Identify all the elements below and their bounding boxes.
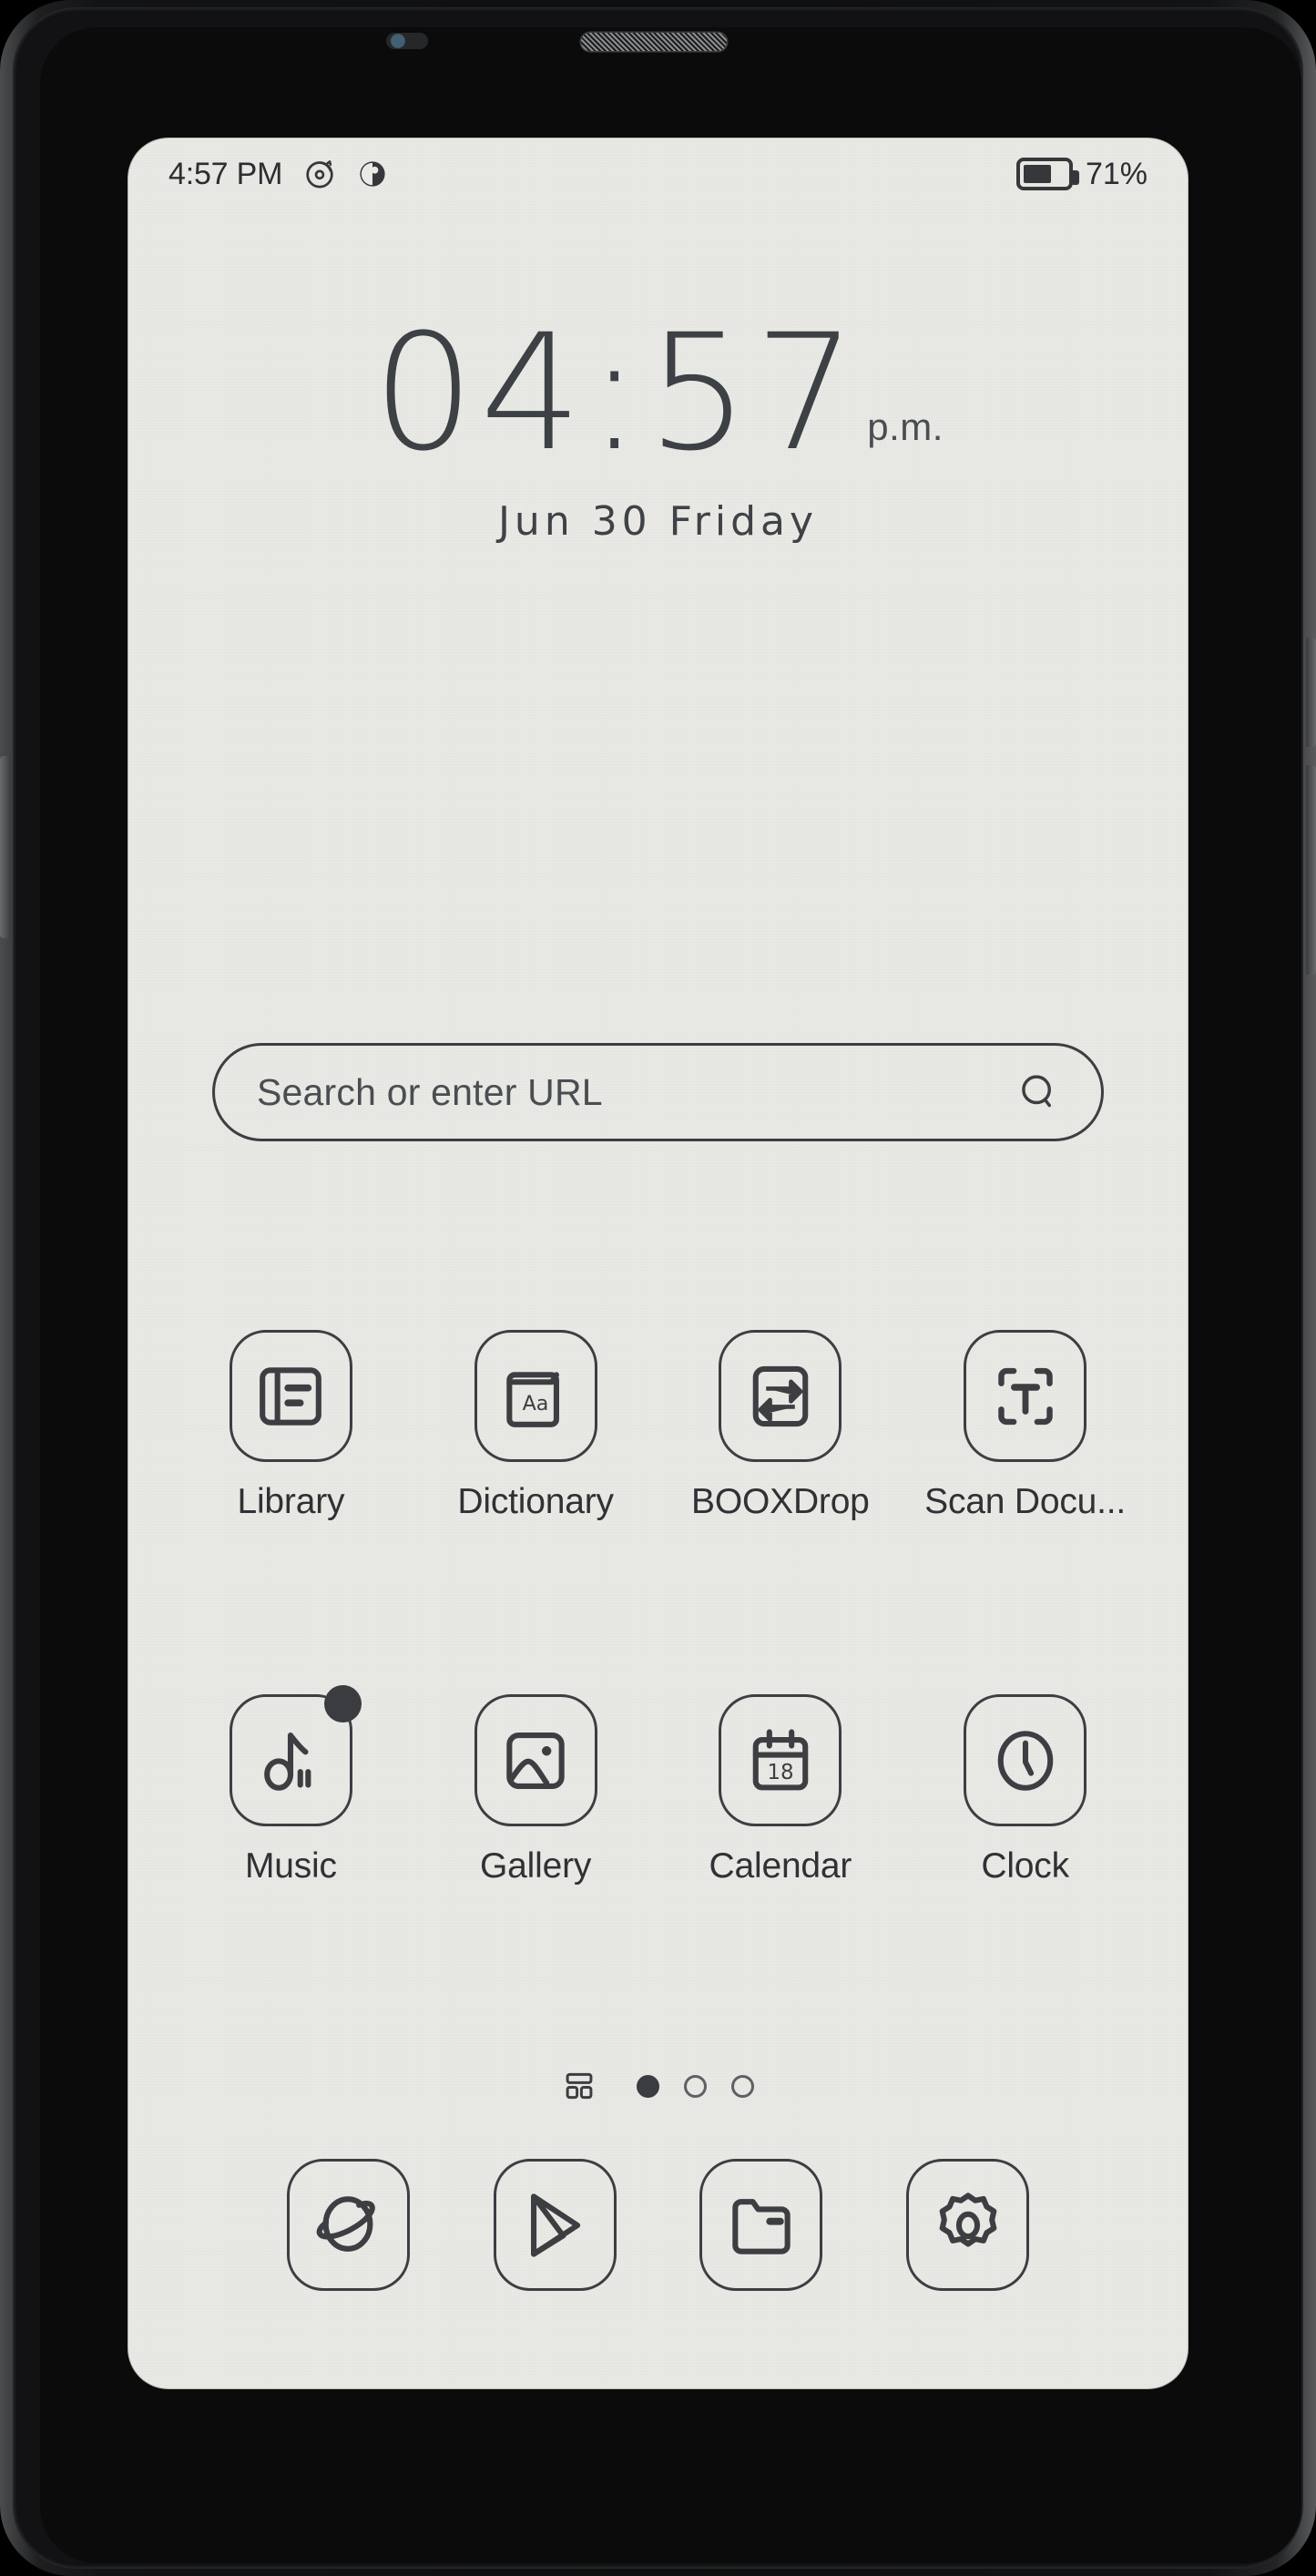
app-tile-gallery[interactable] [474,1694,597,1826]
volume-down-button[interactable] [1306,765,1316,975]
app-label-gallery: Gallery [480,1846,592,1886]
battery-fill-level [1023,165,1052,183]
app-gallery[interactable]: Gallery [413,1694,658,1886]
booxdrop-icon [752,1365,809,1426]
app-label-music: Music [244,1846,337,1886]
dock-item-file-manager[interactable] [699,2159,823,2291]
clock-meridiem: p.m. [867,405,944,449]
status-bar: 4:57 PM 71% [128,138,1188,210]
device-screen: 4:57 PM 71% 04:57 p.m. Jun 30 Friday Sea… [128,138,1188,2388]
app-tile-dictionary[interactable]: Aa [474,1330,597,1462]
play-store-icon [531,2193,581,2257]
dictionary-icon: Aa [506,1371,560,1427]
layout-grid-icon[interactable] [563,2070,596,2102]
folder-icon [732,2198,791,2254]
svg-text:Aa: Aa [523,1392,549,1416]
page-dot-3[interactable] [730,2074,754,2098]
app-label-booxdrop: BOOXDrop [691,1482,870,1521]
calendar-day-number: 18 [767,1761,793,1784]
battery-cap [1072,170,1079,185]
app-scan-document[interactable]: Scan Docu... [903,1330,1148,1522]
clock-icon [997,1730,1053,1791]
app-tile-library[interactable] [229,1330,352,1462]
gear-icon [939,2192,996,2246]
app-dictionary[interactable]: Aa Dictionary [413,1330,658,1522]
clock-time-row: 04:57 p.m. [128,300,1188,486]
front-camera-sensor-icon [386,33,428,49]
search-icon[interactable] [1017,1071,1059,1113]
planet-browser-icon [317,2195,376,2252]
device-frame: 4:57 PM 71% 04:57 p.m. Jun 30 Friday Sea… [0,0,1316,2576]
clock-widget[interactable]: 04:57 p.m. Jun 30 Friday [128,300,1188,546]
app-library[interactable]: Library [168,1330,413,1522]
clock-time: 04:57 [372,300,862,486]
app-label-calendar: Calendar [709,1846,852,1886]
status-bar-left: 4:57 PM [168,157,388,192]
status-bar-right: 71% [1015,156,1148,192]
app-tile-music[interactable] [229,1685,362,1826]
dock-item-settings[interactable] [906,2159,1030,2291]
clock-date: Jun 30 Friday [497,498,819,546]
page-dot-1[interactable] [636,2074,659,2098]
app-grid-row-2: Music Gallery 18 Calendar Clock [168,1685,1148,1886]
app-music[interactable]: Music [168,1685,413,1886]
dock [245,2159,1071,2291]
app-tile-clock[interactable] [964,1694,1087,1826]
page-dot-2[interactable] [683,2074,707,2098]
dock-item-play-store[interactable] [493,2159,617,2291]
app-label-clock: Clock [981,1846,1069,1886]
page-indicator [128,2070,1188,2102]
library-icon [260,1366,322,1426]
music-notification-badge [323,1685,362,1722]
refresh-mode-icon[interactable] [302,157,337,191]
status-bar-clock: 4:57 PM [168,156,283,191]
app-label-dictionary: Dictionary [457,1482,614,1521]
gallery-icon [506,1732,565,1789]
power-button[interactable] [0,756,11,938]
music-icon [264,1732,311,1791]
dock-item-browser[interactable] [286,2159,410,2291]
app-label-scan-document: Scan Docu... [924,1482,1127,1521]
app-calendar[interactable]: 18 Calendar [658,1694,903,1886]
scan-document-icon [997,1367,1053,1425]
app-booxdrop[interactable]: BOOXDrop [658,1330,903,1522]
app-label-library: Library [237,1482,345,1521]
app-grid-row-1: Library Aa Dictionary BOOXDrop Scan Docu… [168,1330,1148,1522]
volume-up-button[interactable] [1306,638,1316,747]
app-clock[interactable]: Clock [903,1694,1148,1886]
battery-percentage-label: 71% [1085,156,1148,191]
search-input[interactable]: Search or enter URL [257,1071,1017,1114]
contrast-mode-icon[interactable] [357,158,388,189]
app-tile-booxdrop[interactable] [719,1330,842,1462]
calendar-icon: 18 [752,1728,809,1790]
search-bar[interactable]: Search or enter URL [212,1043,1104,1141]
app-tile-calendar[interactable]: 18 [719,1694,842,1826]
app-tile-scan-document[interactable] [964,1330,1087,1462]
earpiece-speaker-icon [581,33,727,51]
battery-icon [1015,158,1079,190]
